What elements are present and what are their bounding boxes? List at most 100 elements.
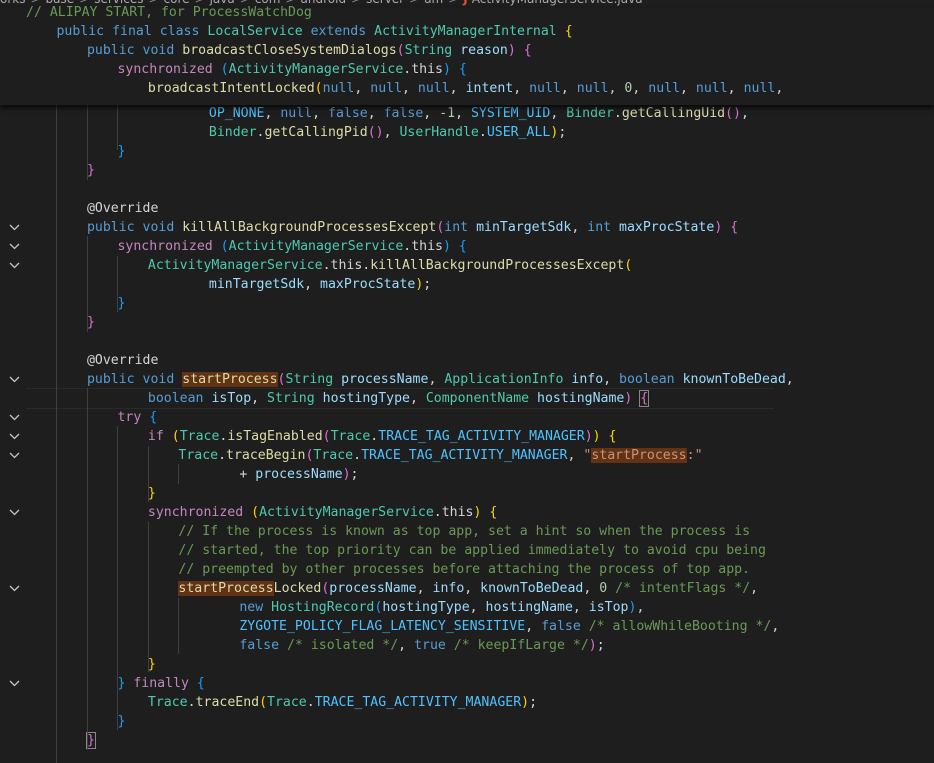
code-token: ( [220,62,229,77]
code-line[interactable]: ZYGOTE_POLICY_FLAG_LATENCY_SENSITIVE, fa… [0,617,934,636]
fold-chevron-icon[interactable] [8,237,22,256]
code-line[interactable]: // ALIPAY START, for ProcessWatchDog [0,3,934,22]
code-line[interactable]: } [0,313,934,332]
fold-chevron-icon[interactable] [8,370,22,389]
code-line[interactable]: broadcastIntentLocked(null, null, null, … [0,79,934,98]
code-line[interactable]: // started, the top priority can be appl… [0,541,934,560]
code-line[interactable]: } [0,712,934,731]
code-token: , [513,81,530,96]
code-token: null [370,81,403,96]
code-line[interactable]: OP_NONE, null, false, false, -1, SYSTEM_… [0,104,934,123]
fold-chevron-icon[interactable] [8,674,22,693]
indent-guide [147,446,149,502]
code-token: hostingName [485,600,573,615]
code-token: , [636,600,645,615]
code-token: processName [341,372,429,387]
indent-guide [117,104,119,150]
fold-chevron-icon[interactable] [8,503,22,522]
code-token: knownToBeDead [480,581,584,596]
code-token: reason [460,43,508,58]
code-token: Binder [566,106,614,121]
code-line[interactable]: } [0,294,934,313]
code-token: /* allowWhileBooting */ [588,619,772,634]
code-token: .this. [322,258,371,273]
indent-guide [117,426,119,730]
code-line[interactable]: synchronized (ActivityManagerService.thi… [0,60,934,79]
code-line[interactable] [0,180,934,199]
code-line[interactable]: minTargetSdk, maxProcState); [0,275,934,294]
code-line[interactable]: public final class LocalService extends … [0,22,934,41]
code-line[interactable]: } [0,142,934,161]
code-token: ActivityManagerService [147,258,323,273]
code-token: , [428,372,445,387]
code-token: ) [588,638,597,653]
code-line[interactable]: try { [0,408,934,427]
code-token: false [541,619,581,634]
code-line[interactable]: } [0,484,934,503]
code-line[interactable]: public void broadcastCloseSystemDialogs(… [0,41,934,60]
code-token: isTop [588,600,629,615]
code-line[interactable]: @Override [0,199,934,218]
code-line[interactable]: // If the process is known as top app, s… [0,522,934,541]
code-line[interactable]: false /* isolated */, true /* keepIfLarg… [0,636,934,655]
code-line[interactable]: // preempted by other processes before a… [0,560,934,579]
code-token: ActivityManagerService [259,505,434,520]
indent-guide [147,522,149,672]
fold-chevron-icon[interactable] [8,446,22,465]
code-token: } [147,486,156,501]
code-token: ) [592,429,601,444]
code-line[interactable]: Binder.getCallingPid(), UserHandle.USER_… [0,123,934,142]
code-token: public [56,24,105,39]
code-line[interactable]: + processName); [0,465,934,484]
code-line[interactable]: public void startProcess(String processN… [0,370,934,389]
code-editor[interactable]: orks>base>services>core>java>com>android… [0,0,934,763]
fold-chevron-icon[interactable] [8,579,22,598]
code-token: , [550,106,567,121]
code-line[interactable]: synchronized (ActivityManagerService.thi… [0,503,934,522]
sticky-scroll-header[interactable]: // ALIPAY START, for ProcessWatchDog publ… [0,5,934,105]
code-line[interactable]: public void killAllBackgroundProcessesEx… [0,218,934,237]
code-line[interactable]: ActivityManagerService.this.killAllBackg… [0,256,934,275]
indent-guide [56,104,58,763]
code-token: ( [624,258,633,273]
code-line[interactable]: if (Trace.isTagEnabled(Trace.TRACE_TAG_A… [0,427,934,446]
code-line[interactable]: } finally { [0,674,934,693]
code-line[interactable]: synchronized (ActivityManagerService.thi… [0,237,934,256]
code-token: . [353,448,362,463]
code-token: ActivityManagerInternal [374,24,557,39]
code-token: Trace [179,429,220,444]
fold-chevron-icon[interactable] [8,218,22,237]
code-line[interactable]: } [0,161,934,180]
code-line[interactable]: @Override [0,351,934,370]
code-token: if [147,429,164,444]
fold-chevron-icon[interactable] [8,256,22,275]
code-line[interactable]: Trace.traceBegin(Trace.TRACE_TAG_ACTIVIT… [0,446,934,465]
code-token: null [417,81,450,96]
code-token: ZYGOTE_POLICY_FLAG_LATENCY_SENSITIVE [239,619,526,634]
code-token: null [743,81,776,96]
code-line[interactable]: } [0,655,934,674]
fold-chevron-icon[interactable] [8,427,22,446]
code-token: new [239,600,264,615]
fold-chevron-icon[interactable] [8,408,22,427]
code-token: synchronized [117,239,213,254]
code-token: Trace [313,448,354,463]
code-token: . [478,125,487,140]
code-line[interactable]: startProcessLocked(processName, info, kn… [0,579,934,598]
code-token: killAllBackgroundProcessesExcept [370,258,625,273]
code-line[interactable]: Trace.traceEnd(Trace.TRACE_TAG_ACTIVITY_… [0,693,934,712]
code-line[interactable] [0,332,934,351]
code-token: hostingType [382,600,470,615]
code-token: . [306,695,315,710]
code-line[interactable]: } [0,731,934,750]
code-line[interactable]: new HostingRecord(hostingType, hostingNa… [0,598,934,617]
code-token: ( [314,81,323,96]
code-token: traceBegin [226,448,306,463]
code-token: , [402,81,418,96]
